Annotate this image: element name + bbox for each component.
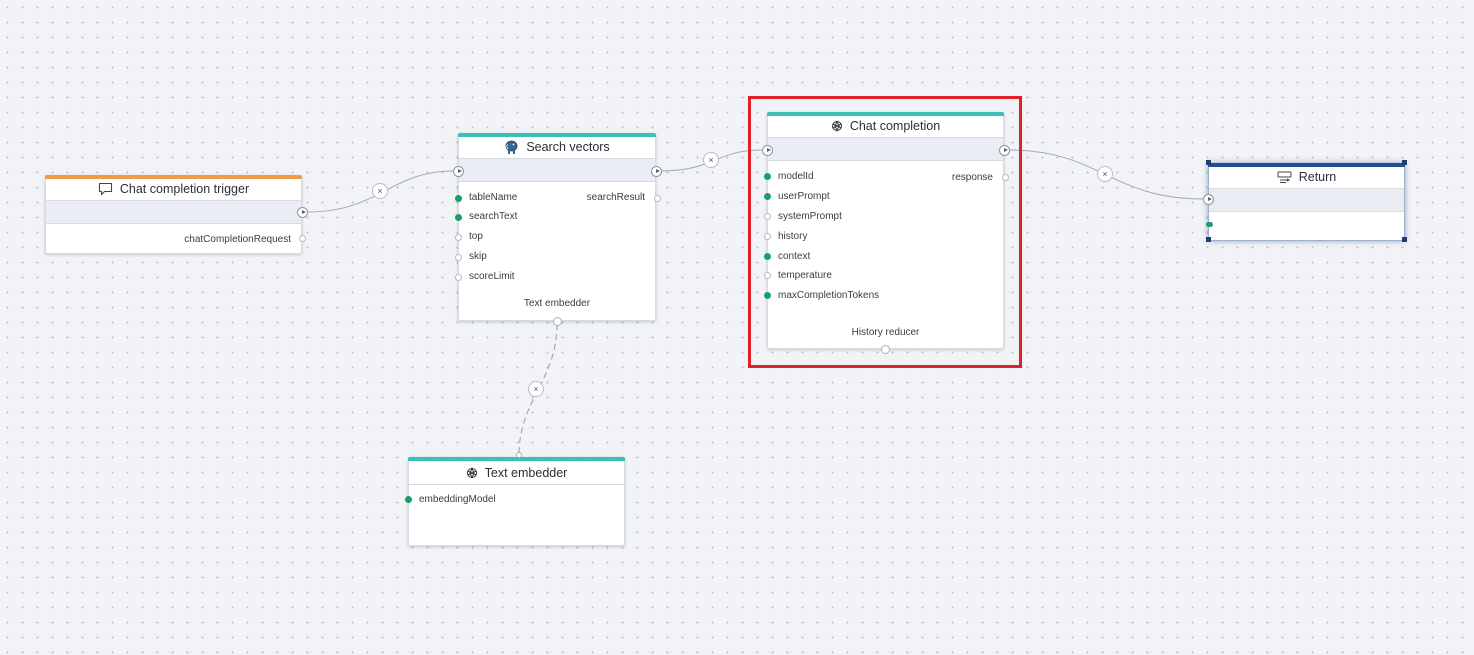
chat-bubble-icon — [98, 182, 112, 196]
input-label-context: context — [778, 251, 811, 262]
node-header[interactable]: Return — [1209, 167, 1404, 187]
input-port-context[interactable] — [764, 253, 771, 260]
dependency-input-port[interactable] — [516, 452, 522, 458]
input-port-tableName[interactable] — [455, 195, 462, 202]
node-title: Text embedder — [484, 466, 568, 480]
openai-logo-icon — [831, 120, 842, 132]
input-port-modelId[interactable] — [764, 173, 771, 180]
exec-bar — [46, 200, 301, 224]
input-port-embeddingModel[interactable] — [405, 496, 412, 503]
postgres-elephant-icon — [505, 140, 518, 154]
selection-handle-bottom-left[interactable] — [1206, 237, 1211, 242]
exec-bar — [768, 137, 1003, 161]
selection-handle-bottom-right[interactable] — [1402, 237, 1407, 242]
input-port-history[interactable] — [764, 233, 771, 240]
input-label-history: history — [778, 231, 808, 242]
selection-handle-top-right[interactable] — [1402, 160, 1407, 165]
node-title: Search vectors — [526, 140, 610, 154]
node-return[interactable]: Return — [1203, 163, 1405, 241]
output-label-response: response — [951, 172, 993, 183]
node-header[interactable]: Search vectors — [459, 137, 655, 157]
input-label-skip: skip — [469, 251, 487, 262]
input-label-modelId: modelId — [778, 171, 814, 182]
input-port-top[interactable] — [455, 234, 462, 241]
wire-delete-button[interactable]: × — [372, 183, 388, 199]
node-header[interactable]: Chat completion — [768, 116, 1003, 136]
exec-output-port[interactable] — [297, 207, 308, 218]
input-label-searchText: searchText — [469, 211, 518, 222]
input-label-embeddingModel: embeddingModel — [419, 494, 496, 505]
dependency-label-history-reducer: History reducer — [851, 327, 920, 338]
header-divider — [409, 484, 624, 485]
node-title: Return — [1298, 170, 1337, 184]
dependency-port-text-embedder[interactable] — [553, 317, 562, 326]
input-label-scoreLimit: scoreLimit — [469, 271, 515, 282]
input-label-tableName: tableName — [469, 192, 518, 203]
node-chat-completion[interactable]: Chat completion modelId userPrompt syste… — [762, 112, 1010, 354]
input-port-skip[interactable] — [455, 254, 462, 261]
exec-output-port[interactable] — [651, 166, 662, 177]
selection-handle-top-left[interactable] — [1206, 160, 1211, 165]
input-port-value[interactable] — [1206, 222, 1213, 227]
node-text-embedder[interactable]: Text embedder embeddingModel — [405, 452, 625, 546]
return-icon — [1277, 171, 1292, 183]
output-port-searchResult[interactable] — [654, 195, 661, 202]
output-port-chatCompletionRequest[interactable] — [299, 235, 306, 242]
input-label-top: top — [469, 231, 483, 242]
input-port-systemPrompt[interactable] — [764, 213, 771, 220]
output-label-searchResult: searchResult — [586, 192, 645, 203]
output-port-response[interactable] — [1002, 174, 1009, 181]
output-label-chatCompletionRequest: chatCompletionRequest — [184, 234, 291, 245]
wire-delete-button[interactable]: × — [1097, 166, 1113, 182]
input-port-userPrompt[interactable] — [764, 193, 771, 200]
input-port-scoreLimit[interactable] — [455, 274, 462, 281]
input-port-searchText[interactable] — [455, 214, 462, 221]
input-port-temperature[interactable] — [764, 272, 771, 279]
input-label-maxCompletionTokens: maxCompletionTokens — [778, 290, 880, 301]
node-title: Chat completion — [849, 119, 941, 133]
exec-input-port[interactable] — [1203, 194, 1214, 205]
wire-delete-button[interactable]: × — [703, 152, 719, 168]
exec-input-port[interactable] — [762, 145, 773, 156]
node-search-vectors[interactable]: Search vectors tableName searchText top … — [453, 133, 662, 326]
dependency-label-text-embedder: Text embedder — [523, 298, 591, 309]
input-label-temperature: temperature — [778, 270, 832, 281]
exec-output-port[interactable] — [999, 145, 1010, 156]
input-label-userPrompt: userPrompt — [778, 191, 830, 202]
node-header[interactable]: Chat completion trigger — [46, 179, 301, 199]
node-header[interactable]: Text embedder — [409, 463, 624, 483]
dependency-port-history-reducer[interactable] — [881, 345, 890, 354]
node-chat-completion-trigger[interactable]: Chat completion trigger chatCompletionRe… — [45, 175, 308, 254]
connections-layer — [306, 149, 1205, 456]
exec-input-port[interactable] — [453, 166, 464, 177]
input-label-systemPrompt: systemPrompt — [778, 211, 842, 222]
wire-delete-button[interactable]: × — [528, 381, 544, 397]
flow-canvas[interactable]: Chat completion trigger chatCompletionRe… — [0, 0, 1474, 655]
exec-bar — [459, 158, 655, 182]
openai-logo-icon — [466, 467, 477, 479]
node-title: Chat completion trigger — [119, 182, 250, 196]
input-port-maxCompletionTokens[interactable] — [764, 292, 771, 299]
exec-bar — [1209, 188, 1404, 212]
